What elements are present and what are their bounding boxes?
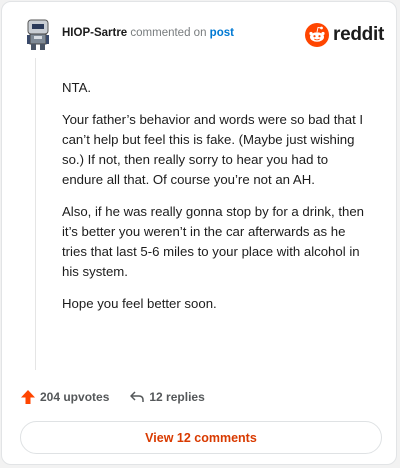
reply-count: 12 replies [149,390,205,404]
comment-actions: 204 upvotes 12 replies [20,387,205,407]
comment-paragraph: NTA. [62,80,92,95]
reddit-logo-icon [305,23,330,47]
view-comments-button[interactable]: View 12 comments [20,421,382,454]
thread-line [35,58,36,370]
comment-card: HIOP-Sartre commented on post reddit NTA… [1,1,397,465]
comment-paragraph: Also, if he was really gonna stop by for… [62,204,365,279]
replies-button[interactable]: 12 replies [129,389,205,405]
author-line: HIOP-Sartre commented on post [62,27,234,39]
comment-paragraph: Hope you feel better soon. [62,296,217,311]
comment-body: NTA. Your father’s behavior and words we… [62,78,372,326]
upvote-arrow-icon [20,389,36,405]
post-link[interactable]: post [210,27,234,39]
reddit-logo[interactable]: reddit [305,22,384,48]
reddit-wordmark: reddit [333,24,384,45]
commented-on-text: commented on [130,27,207,39]
upvote-count: 204 upvotes [40,390,110,404]
author-name[interactable]: HIOP-Sartre [62,27,127,39]
comment-header: HIOP-Sartre commented on post reddit [16,14,386,54]
upvote-button[interactable]: 204 upvotes [20,389,109,405]
avatar[interactable] [18,14,58,54]
comment-paragraph: Your father’s behavior and words were so… [62,112,364,187]
reply-arrow-icon [129,389,145,405]
